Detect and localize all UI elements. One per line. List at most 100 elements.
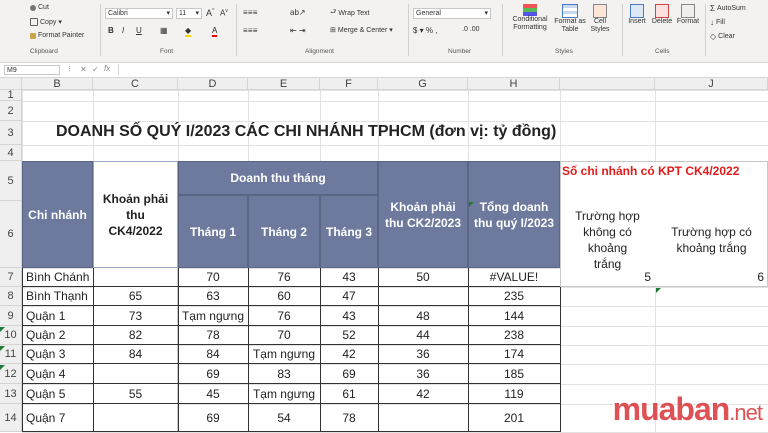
row-header[interactable]: 2 bbox=[0, 101, 22, 121]
watermark-tld: .net bbox=[729, 400, 763, 425]
row-header[interactable]: 13 bbox=[0, 384, 22, 404]
row-header[interactable]: 7 bbox=[0, 268, 22, 287]
month3-cell[interactable]: 43 bbox=[320, 268, 378, 287]
month2-cell[interactable]: 70 bbox=[248, 326, 320, 345]
month3-cell[interactable]: 42 bbox=[320, 345, 378, 364]
ck2-cell[interactable] bbox=[378, 287, 468, 306]
branch-cell[interactable]: Bình Thạnh bbox=[22, 287, 93, 306]
branch-cell[interactable]: Quận 5 bbox=[22, 384, 93, 404]
side-value-a[interactable]: 5 bbox=[560, 268, 651, 287]
month2-cell[interactable]: 76 bbox=[248, 306, 320, 326]
watermark-brand: muaban bbox=[612, 391, 731, 427]
ck2-cell[interactable]: 36 bbox=[378, 364, 468, 384]
month1-cell[interactable]: 69 bbox=[178, 404, 248, 432]
table-border-vertical bbox=[248, 268, 249, 432]
column-header[interactable]: C bbox=[93, 78, 178, 90]
row-header[interactable]: 8 bbox=[0, 287, 22, 306]
ck4-cell[interactable]: 84 bbox=[93, 345, 178, 364]
month1-cell[interactable]: 70 bbox=[178, 268, 248, 287]
month1-cell[interactable]: 78 bbox=[178, 326, 248, 345]
error-indicator-icon bbox=[469, 202, 474, 207]
grid-line-horizontal bbox=[22, 145, 768, 146]
month3-cell[interactable]: 47 bbox=[320, 287, 378, 306]
row-header[interactable]: 5 bbox=[0, 161, 22, 201]
total-cell[interactable]: 119 bbox=[468, 384, 560, 404]
month2-cell[interactable]: Tạm ngưng bbox=[248, 345, 320, 364]
total-cell[interactable]: 201 bbox=[468, 404, 560, 432]
table-border-vertical bbox=[93, 268, 94, 432]
side-title: Số chi nhánh có KPT CK4/2022 bbox=[562, 164, 740, 178]
total-cell[interactable]: 185 bbox=[468, 364, 560, 384]
branch-cell[interactable]: Quận 4 bbox=[22, 364, 93, 384]
column-header[interactable]: F bbox=[320, 78, 378, 90]
watermark-logo: muaban.net bbox=[612, 391, 763, 428]
month3-cell[interactable]: 43 bbox=[320, 306, 378, 326]
total-cell[interactable]: 238 bbox=[468, 326, 560, 345]
month1-cell[interactable]: 84 bbox=[178, 345, 248, 364]
month2-cell[interactable]: 83 bbox=[248, 364, 320, 384]
month1-cell[interactable]: 63 bbox=[178, 287, 248, 306]
grid-line-horizontal bbox=[22, 101, 768, 102]
worksheet-grid[interactable]: BCDEFGHJK1234567891011121314DOANH SỐ QUÝ… bbox=[0, 0, 768, 433]
ck4-cell[interactable]: 82 bbox=[93, 326, 178, 345]
grid-line-horizontal bbox=[22, 90, 768, 91]
branch-cell[interactable]: Quận 3 bbox=[22, 345, 93, 364]
total-cell[interactable]: 144 bbox=[468, 306, 560, 326]
branch-cell[interactable]: Quận 7 bbox=[22, 404, 93, 432]
month2-cell[interactable]: 54 bbox=[248, 404, 320, 432]
month2-cell[interactable]: 76 bbox=[248, 268, 320, 287]
row-header[interactable]: 9 bbox=[0, 306, 22, 326]
row-header[interactable]: 1 bbox=[0, 89, 22, 101]
month1-cell[interactable]: Tạm ngưng bbox=[178, 306, 248, 326]
month1-cell[interactable]: 45 bbox=[178, 384, 248, 404]
ck4-cell[interactable] bbox=[93, 364, 178, 384]
row-header[interactable]: 3 bbox=[0, 121, 22, 145]
row-header[interactable]: 6 bbox=[0, 201, 22, 268]
ck2-cell[interactable] bbox=[378, 404, 468, 432]
column-header[interactable]: D bbox=[178, 78, 248, 90]
header-month-3: Tháng 3 bbox=[320, 195, 378, 268]
side-value-b[interactable]: 6 bbox=[655, 268, 764, 287]
month3-cell[interactable]: 61 bbox=[320, 384, 378, 404]
total-cell[interactable]: #VALUE! bbox=[468, 268, 560, 287]
table-border-vertical bbox=[320, 268, 321, 432]
column-header[interactable] bbox=[560, 78, 655, 90]
total-cell[interactable]: 235 bbox=[468, 287, 560, 306]
header-total: Tổng doanh thu quý I/2023 bbox=[468, 161, 560, 268]
branch-cell[interactable]: Quận 2 bbox=[22, 326, 93, 345]
row-header[interactable]: 14 bbox=[0, 404, 22, 432]
table-border-vertical bbox=[178, 268, 179, 432]
ck2-cell[interactable]: 36 bbox=[378, 345, 468, 364]
ck4-cell[interactable] bbox=[93, 404, 178, 432]
row-header[interactable]: 4 bbox=[0, 145, 22, 161]
ck4-cell[interactable] bbox=[93, 268, 178, 287]
column-header[interactable]: E bbox=[248, 78, 320, 90]
ck2-cell[interactable]: 48 bbox=[378, 306, 468, 326]
month2-cell[interactable]: 60 bbox=[248, 287, 320, 306]
column-header[interactable]: H bbox=[468, 78, 560, 90]
side-col-b: Trường hợp có khoảng trắng bbox=[671, 224, 752, 255]
ck4-cell[interactable]: 65 bbox=[93, 287, 178, 306]
table-border-vertical bbox=[22, 268, 23, 432]
header-monthly: Doanh thu tháng bbox=[178, 161, 378, 195]
header-month-1: Tháng 1 bbox=[178, 195, 248, 268]
ck2-cell[interactable]: 44 bbox=[378, 326, 468, 345]
total-cell[interactable]: 174 bbox=[468, 345, 560, 364]
month2-cell[interactable]: Tạm ngưng bbox=[248, 384, 320, 404]
header-month-2: Tháng 2 bbox=[248, 195, 320, 268]
ck4-cell[interactable]: 55 bbox=[93, 384, 178, 404]
column-header[interactable]: B bbox=[22, 78, 93, 90]
column-header[interactable]: J bbox=[655, 78, 768, 90]
branch-cell[interactable]: Quận 1 bbox=[22, 306, 93, 326]
month3-cell[interactable]: 69 bbox=[320, 364, 378, 384]
month3-cell[interactable]: 52 bbox=[320, 326, 378, 345]
month1-cell[interactable]: 69 bbox=[178, 364, 248, 384]
error-indicator-icon bbox=[0, 365, 5, 370]
ck2-cell[interactable]: 42 bbox=[378, 384, 468, 404]
month3-cell[interactable]: 78 bbox=[320, 404, 378, 432]
ck4-cell[interactable]: 73 bbox=[93, 306, 178, 326]
ck2-cell[interactable]: 50 bbox=[378, 268, 468, 287]
column-header[interactable]: G bbox=[378, 78, 468, 90]
branch-cell[interactable]: Bình Chánh bbox=[22, 268, 93, 287]
table-border-vertical bbox=[468, 268, 469, 432]
